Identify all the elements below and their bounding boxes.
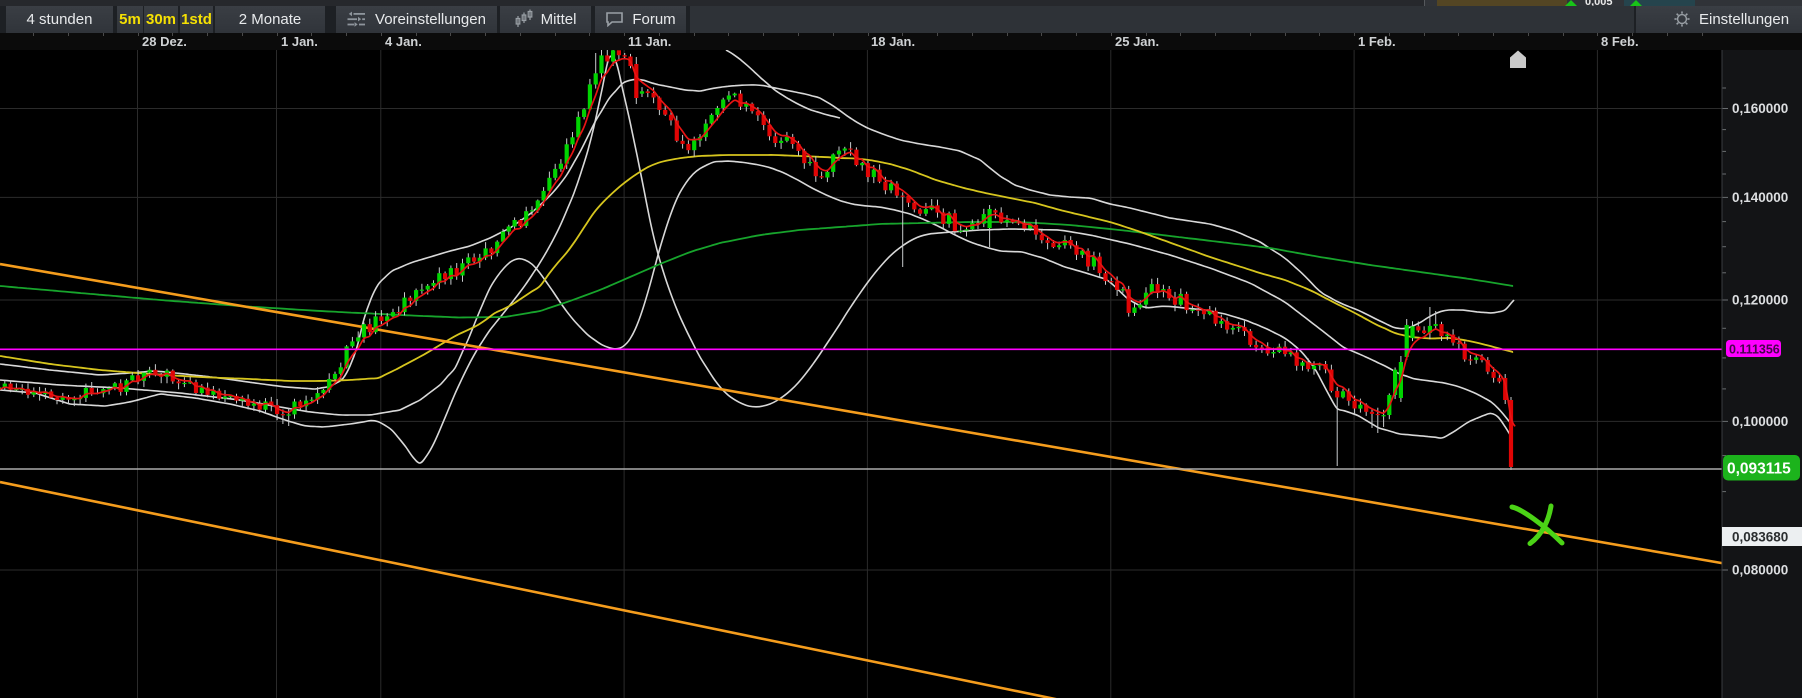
svg-text:0,093115: 0,093115 (1727, 461, 1791, 478)
svg-text:0,100000: 0,100000 (1732, 414, 1788, 429)
svg-text:0,083680: 0,083680 (1732, 530, 1788, 545)
svg-text:0,080000: 0,080000 (1732, 563, 1788, 578)
svg-text:0,120000: 0,120000 (1732, 293, 1788, 308)
svg-text:0,160000: 0,160000 (1732, 101, 1788, 116)
svg-text:0.111356: 0.111356 (1729, 343, 1780, 357)
svg-text:0,140000: 0,140000 (1732, 190, 1788, 205)
